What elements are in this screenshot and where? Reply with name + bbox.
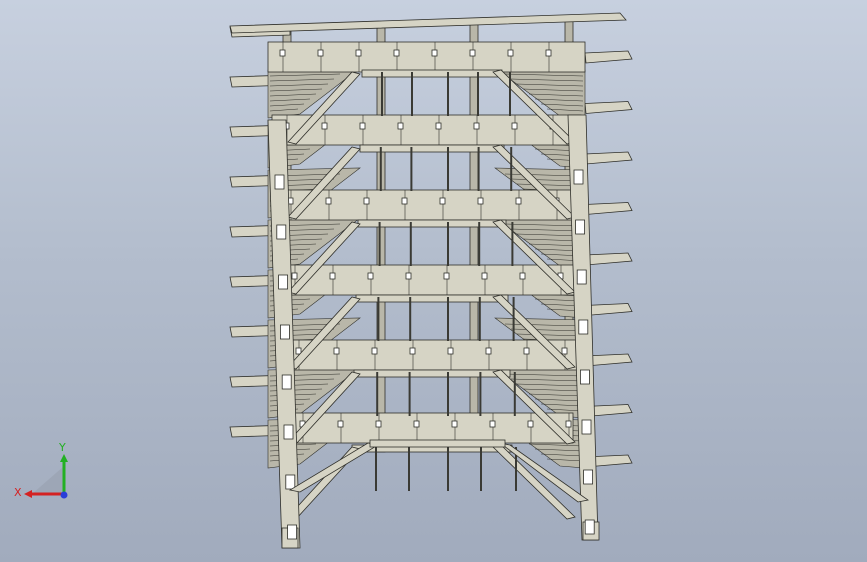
x-axis-arrowhead bbox=[24, 490, 32, 498]
box-beam-4 bbox=[283, 339, 578, 371]
bolt-plate bbox=[477, 197, 484, 205]
y-axis-arrowhead bbox=[60, 454, 68, 462]
column-connector-right bbox=[578, 319, 589, 335]
cantilever-right-3 bbox=[584, 202, 633, 215]
triad-plane-shade bbox=[32, 466, 64, 494]
bolt-plate bbox=[371, 347, 378, 355]
bolt-plate bbox=[489, 420, 496, 428]
column-connector-right bbox=[580, 369, 590, 385]
box-beam-0 bbox=[267, 41, 586, 73]
box-beam-3 bbox=[279, 264, 582, 296]
x-axis-label: X bbox=[14, 486, 22, 499]
box-beam-5 bbox=[287, 412, 574, 444]
bolt-plate bbox=[337, 420, 344, 428]
bolt-plate bbox=[443, 272, 450, 280]
column-connector-left bbox=[287, 524, 298, 540]
bolt-plate bbox=[507, 49, 514, 57]
bolt-plate bbox=[527, 420, 534, 428]
bolt-plate bbox=[447, 347, 454, 355]
bolt-plate bbox=[485, 347, 492, 355]
cantilever-right-0 bbox=[584, 50, 633, 64]
column-connector-left bbox=[276, 224, 287, 240]
y-axis-label: Y bbox=[58, 441, 66, 454]
bolt-plate bbox=[561, 347, 568, 355]
column-connector-right bbox=[573, 169, 584, 185]
column-connector-left bbox=[278, 274, 289, 290]
bolt-plate bbox=[515, 197, 522, 205]
bolt-plate bbox=[545, 49, 552, 57]
bolt-plate bbox=[413, 420, 420, 428]
bolt-plate bbox=[321, 122, 328, 130]
bolt-plate bbox=[317, 49, 324, 57]
z-axis-dot bbox=[60, 491, 68, 499]
bottom-cross-beam bbox=[369, 439, 506, 448]
column-connector-right bbox=[584, 519, 595, 535]
bolt-plate bbox=[375, 420, 382, 428]
column-connector-right bbox=[575, 219, 585, 235]
bolt-plate bbox=[435, 122, 442, 130]
bolt-plate bbox=[329, 272, 336, 280]
bolt-plate bbox=[469, 49, 476, 57]
column-connector-right bbox=[576, 269, 587, 285]
bolt-plate bbox=[431, 49, 438, 57]
bolt-plate bbox=[367, 272, 374, 280]
bolt-plate bbox=[359, 122, 366, 130]
bolt-plate bbox=[511, 122, 518, 130]
bolt-plate bbox=[401, 197, 408, 205]
3d-graphics-area[interactable]: X Y bbox=[0, 0, 867, 562]
box-beam-2 bbox=[275, 189, 578, 221]
bolt-plate bbox=[523, 347, 530, 355]
column-connector-left bbox=[285, 474, 296, 490]
bolt-plate bbox=[565, 420, 572, 428]
bolt-plate bbox=[451, 420, 458, 428]
column-connector-left bbox=[279, 324, 290, 340]
column-connector-right bbox=[583, 469, 593, 485]
bolt-plate bbox=[393, 49, 400, 57]
bolt-plate bbox=[519, 272, 526, 280]
bolt-plate bbox=[473, 122, 480, 130]
cantilever-right-4 bbox=[584, 252, 633, 266]
view-orientation-triad: X Y bbox=[14, 441, 68, 499]
cantilever-right-5 bbox=[584, 303, 633, 316]
bolt-plate bbox=[439, 197, 446, 205]
bolt-plate bbox=[409, 347, 416, 355]
bolt-plate bbox=[405, 272, 412, 280]
column-connector-left bbox=[274, 174, 285, 190]
bolt-plate bbox=[397, 122, 404, 130]
bolt-plate bbox=[333, 347, 340, 355]
bolt-plate bbox=[363, 197, 370, 205]
column-connector-left bbox=[283, 424, 294, 440]
bolt-plate bbox=[355, 49, 362, 57]
back-column-center-2 bbox=[469, 19, 479, 451]
column-connector-left bbox=[281, 374, 292, 390]
cantilever-right-2 bbox=[584, 151, 633, 165]
cantilever-right-1 bbox=[584, 101, 633, 114]
bolt-plate bbox=[325, 197, 332, 205]
steel-frame-model[interactable] bbox=[0, 0, 867, 562]
column-connector-right bbox=[581, 419, 592, 435]
bolt-plate bbox=[291, 272, 298, 280]
bolt-plate bbox=[279, 49, 286, 57]
bolt-plate bbox=[481, 272, 488, 280]
